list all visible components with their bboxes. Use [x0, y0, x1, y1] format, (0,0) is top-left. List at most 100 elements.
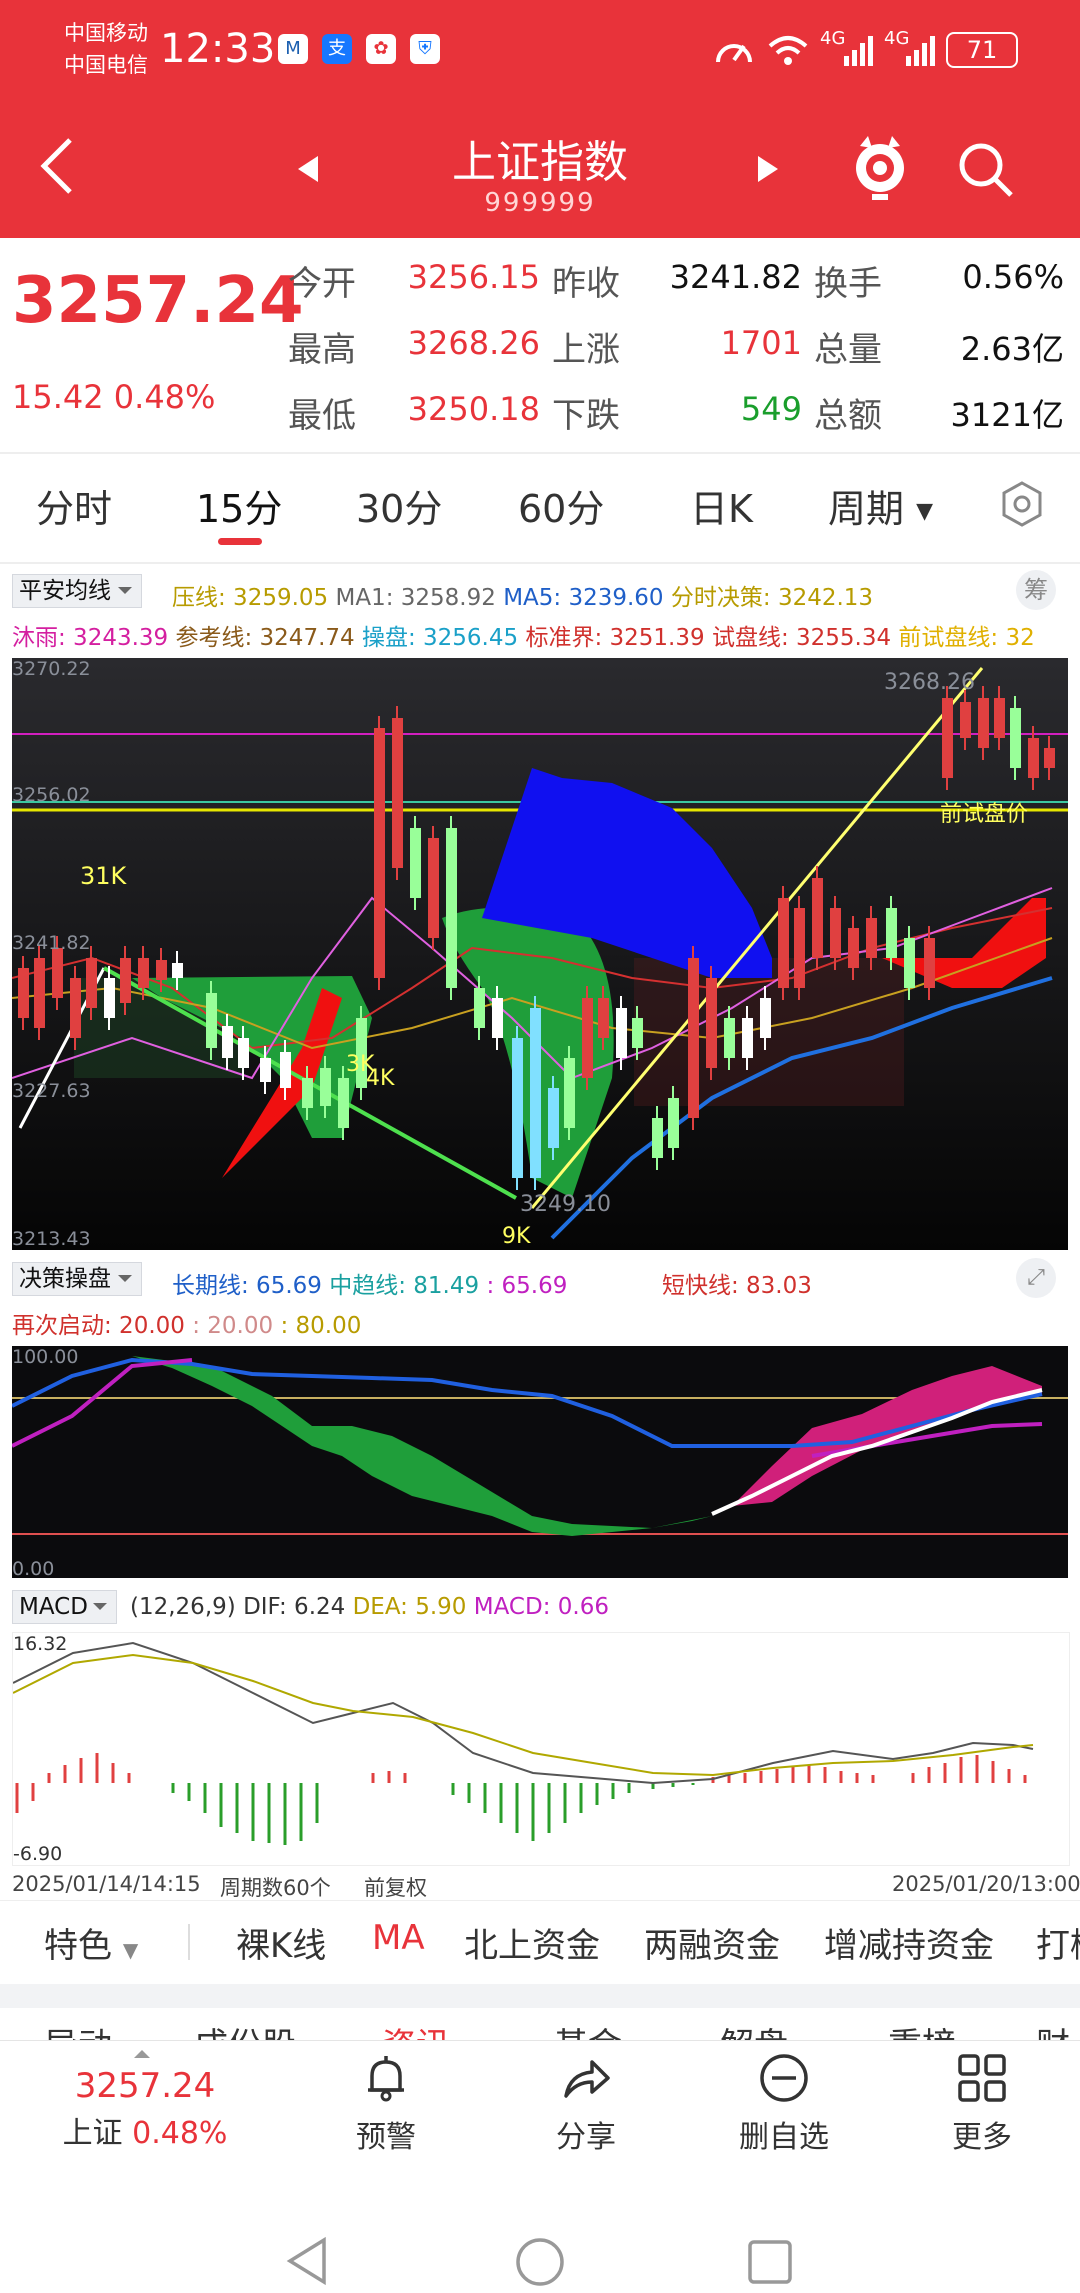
- nav-more[interactable]: 更多: [902, 2052, 1062, 2156]
- nav-remove-watchlist[interactable]: 删自选: [704, 2052, 864, 2156]
- caret-down-icon: ▼: [122, 1938, 139, 1962]
- tab-ma[interactable]: MA: [372, 1918, 425, 1958]
- news-tab[interactable]: 异动: [44, 2018, 112, 2042]
- news-tab[interactable]: 重榜: [888, 2018, 956, 2042]
- candle-body: [830, 908, 841, 958]
- caret-up-icon[interactable]: [134, 2042, 150, 2058]
- macd-chart[interactable]: 16.32 -6.90: [12, 1632, 1070, 1866]
- alipay-icon: 支: [322, 34, 352, 64]
- candle-body: [886, 908, 897, 958]
- candle-body: [104, 978, 115, 1018]
- carrier-2: 中国电信: [64, 53, 148, 77]
- candle-body: [374, 728, 385, 978]
- y-tick: 3213.43: [12, 1228, 91, 1250]
- current-price: 3257.24: [12, 264, 304, 338]
- tab-ranking[interactable]: 打榜: [1036, 1918, 1080, 1967]
- tab-northbound[interactable]: 北上资金: [464, 1918, 600, 1967]
- decliners-label: 下跌: [552, 396, 620, 436]
- tab-naked-k[interactable]: 裸K线: [236, 1918, 326, 1967]
- decision-chart-canvas: [12, 1346, 1068, 1578]
- kline-chart[interactable]: 3270.22 3256.02 3241.82 3227.63 3213.43 …: [12, 658, 1068, 1250]
- nav-index[interactable]: 上证 0.48%: [60, 2108, 230, 2152]
- tab-margin[interactable]: 两融资金: [644, 1918, 780, 1967]
- y-tick: 3256.02: [12, 784, 91, 806]
- candle-body: [760, 998, 771, 1038]
- section-gap: [0, 1984, 1080, 2008]
- low-annotation: 3249.10: [520, 1192, 611, 1217]
- advancers-label: 上涨: [552, 330, 620, 370]
- news-tab[interactable]: 解盘: [720, 2018, 788, 2042]
- tab-timeshare[interactable]: 分时: [36, 478, 112, 533]
- candle-body: [848, 928, 859, 968]
- candle-body: [706, 978, 717, 1068]
- decision-chart[interactable]: 100.00 0.00: [12, 1346, 1068, 1578]
- candle-body: [778, 898, 789, 988]
- tab-holdings-change[interactable]: 增减持资金: [824, 1918, 994, 1967]
- candle-body: [812, 878, 823, 958]
- nav-alert[interactable]: 预警: [306, 2052, 466, 2156]
- candle-body: [34, 958, 45, 1028]
- news-tab[interactable]: 资讯: [382, 2018, 450, 2042]
- system-back-icon[interactable]: [284, 2236, 330, 2286]
- tab-period-dropdown[interactable]: 周期 ▼: [828, 478, 933, 533]
- decliners-value: 549: [740, 390, 802, 428]
- macd-histogram: [15, 1753, 1027, 1845]
- tab-15min[interactable]: 15分: [196, 478, 282, 533]
- period-count: 周期数60个: [220, 1876, 331, 1900]
- system-home-icon[interactable]: [514, 2236, 566, 2288]
- advancers-value: 1701: [720, 324, 802, 362]
- news-tab[interactable]: 财: [1036, 2018, 1070, 2042]
- mascot-icon[interactable]: [850, 136, 910, 202]
- kline-chart-canvas: [12, 658, 1068, 1250]
- system-recents-icon[interactable]: [746, 2238, 794, 2286]
- search-icon[interactable]: [956, 140, 1016, 200]
- volume-annotation: 4K: [366, 1066, 395, 1091]
- news-tab[interactable]: 成份股: [194, 2018, 296, 2042]
- ind-long-line: 长期线: 65.69: [172, 1273, 322, 1299]
- candle-body: [260, 1058, 271, 1082]
- bell-icon: [368, 2056, 404, 2102]
- tab-30min[interactable]: 30分: [356, 478, 442, 533]
- shield-icon: ⛨: [410, 34, 440, 64]
- nav-price[interactable]: 3257.24: [60, 2066, 230, 2106]
- news-tab[interactable]: 基金: [554, 2018, 622, 2042]
- adjust-mode: 前复权: [364, 1876, 427, 1900]
- open-label: 今开: [288, 264, 356, 304]
- main-indicator-select[interactable]: 平安均线: [12, 574, 142, 608]
- prev-stock-icon[interactable]: [296, 154, 320, 184]
- candle-body: [138, 958, 149, 988]
- candle-body: [564, 1058, 575, 1128]
- sub-indicator-select[interactable]: 决策操盘: [12, 1262, 142, 1296]
- volume-annotation: 31K: [80, 862, 127, 890]
- next-stock-icon[interactable]: [756, 154, 780, 184]
- ind-ma5: MA5: 3239.60: [503, 585, 664, 611]
- expand-icon[interactable]: ⤢: [1016, 1258, 1056, 1298]
- candle-body: [978, 698, 989, 748]
- chip-distribution-button[interactable]: 筹: [1016, 570, 1056, 610]
- macd-select[interactable]: MACD: [12, 1590, 117, 1624]
- low-value: 3250.18: [407, 390, 540, 428]
- y-tick: 3227.63: [12, 1080, 91, 1102]
- settings-hex-icon[interactable]: [998, 480, 1046, 528]
- y-tick: 0.00: [12, 1558, 55, 1578]
- tab-60min[interactable]: 60分: [518, 478, 604, 533]
- candle-body: [86, 958, 97, 1008]
- tab-daily-k[interactable]: 日K: [690, 478, 753, 533]
- candle-body: [474, 988, 485, 1028]
- candle-body: [206, 993, 217, 1048]
- candle-body: [668, 1098, 679, 1148]
- volume-label: 总量: [814, 330, 882, 370]
- macd-params: (12,26,9): [130, 1594, 236, 1620]
- candle-body: [70, 978, 81, 1038]
- nav-share[interactable]: 分享: [506, 2052, 666, 2156]
- carrier-1: 中国移动: [64, 21, 148, 45]
- divider: [0, 452, 1080, 454]
- wifi-icon: [768, 36, 808, 65]
- minus-circle-icon: [760, 2054, 808, 2102]
- back-icon[interactable]: [38, 136, 78, 196]
- tab-featured[interactable]: 特色 ▼: [44, 1918, 138, 1967]
- candle-body: [582, 998, 593, 1078]
- ind-upper-band: : 80.00: [280, 1313, 362, 1339]
- high-annotation: 3268.26: [884, 670, 975, 695]
- nav-index-pct: 0.48%: [132, 2116, 228, 2151]
